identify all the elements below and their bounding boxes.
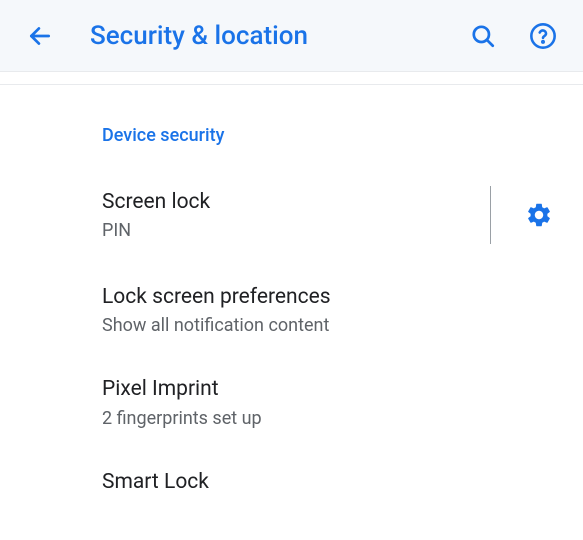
setting-text: Screen lock PIN [102, 189, 490, 241]
search-icon [470, 23, 496, 49]
setting-subtitle: Show all notification content [102, 315, 559, 336]
setting-smart-lock[interactable]: Smart Lock [0, 449, 583, 516]
setting-text: Pixel Imprint 2 fingerprints set up [102, 376, 559, 428]
setting-text: Lock screen preferences Show all notific… [102, 284, 559, 336]
setting-screen-lock[interactable]: Screen lock PIN [0, 166, 583, 264]
page-title: Security & location [90, 21, 463, 51]
vertical-divider [490, 186, 491, 244]
setting-title: Lock screen preferences [102, 284, 559, 311]
help-button[interactable] [523, 16, 563, 56]
arrow-back-icon [27, 23, 53, 49]
header-actions [463, 16, 563, 56]
setting-subtitle: PIN [102, 220, 490, 241]
app-bar: Security & location [0, 0, 583, 72]
content: Device security Screen lock PIN Lock scr… [0, 84, 583, 516]
setting-lock-screen-preferences[interactable]: Lock screen preferences Show all notific… [0, 264, 583, 356]
section-header-device-security: Device security [0, 97, 583, 166]
setting-subtitle: 2 fingerprints set up [102, 408, 559, 429]
setting-text: Smart Lock [102, 469, 559, 496]
setting-title: Smart Lock [102, 469, 559, 496]
screen-lock-settings-button[interactable] [519, 195, 559, 235]
setting-title: Pixel Imprint [102, 376, 559, 403]
back-button[interactable] [20, 16, 60, 56]
setting-pixel-imprint[interactable]: Pixel Imprint 2 fingerprints set up [0, 356, 583, 448]
help-icon [529, 22, 557, 50]
setting-side [490, 186, 559, 244]
search-button[interactable] [463, 16, 503, 56]
setting-title: Screen lock [102, 189, 490, 216]
gear-icon [525, 201, 553, 229]
